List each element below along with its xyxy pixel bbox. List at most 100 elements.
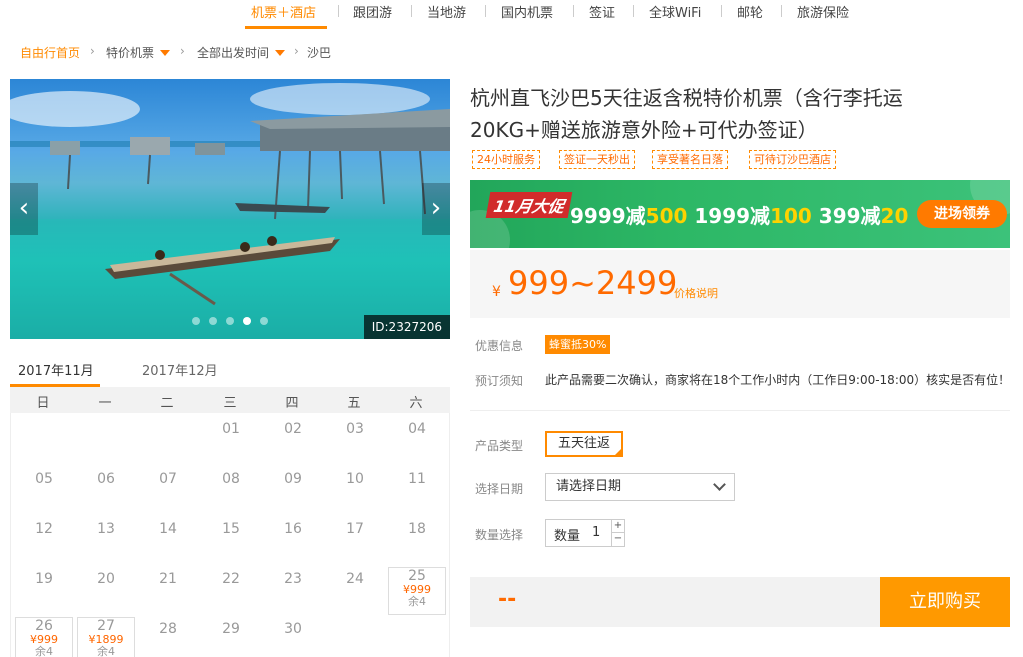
nav-separator xyxy=(485,5,486,17)
total-price: -- xyxy=(498,587,517,612)
calendar-day: 17 xyxy=(346,521,364,537)
carousel-dot[interactable] xyxy=(192,317,200,325)
nav-separator xyxy=(633,5,634,17)
carousel-prev-button[interactable]: ‹ xyxy=(10,183,38,235)
calendar-day-number: 25 xyxy=(408,568,426,584)
buy-now-button[interactable]: 立即购买 xyxy=(880,577,1010,627)
hero-illustration xyxy=(10,83,450,339)
hero-image: ‹ › ID:2327206 xyxy=(10,79,450,339)
nav-separator xyxy=(781,5,782,17)
selected-check-icon xyxy=(613,447,623,457)
calendar-day: 21 xyxy=(159,571,177,587)
notice-label: 预订须知 xyxy=(475,374,524,388)
calendar-day: 18 xyxy=(408,521,426,537)
promo-offer-spend: 1999减 xyxy=(694,204,771,228)
caret-down-icon xyxy=(275,50,285,56)
quantity-label: 数量选择 xyxy=(475,528,524,542)
breadcrumb-category-dropdown[interactable]: 特价机票 xyxy=(106,44,154,61)
weekday-label: 一 xyxy=(98,396,112,411)
price-note-link[interactable]: 价格说明 xyxy=(674,285,718,301)
price-bar: ¥ 999~2499 价格说明 xyxy=(470,250,1010,318)
calendar-day-stock: 余4 xyxy=(408,595,426,608)
carousel-dot[interactable] xyxy=(209,317,217,325)
calendar-day-stock: 余4 xyxy=(35,645,53,657)
chevron-down-icon xyxy=(713,478,726,491)
quantity-inner-label: 数量 xyxy=(554,529,581,544)
decrement-button[interactable]: − xyxy=(612,533,624,546)
claim-coupon-button[interactable]: 进场领券 xyxy=(917,200,1007,228)
calendar-day-available[interactable]: 26 ¥999 余4 xyxy=(15,617,73,657)
feature-tag: 可待订沙巴酒店 xyxy=(749,150,836,169)
promo-offer-off: 100 xyxy=(770,204,812,228)
calendar-day: 01 xyxy=(222,421,240,437)
date-label: 选择日期 xyxy=(475,482,524,496)
calendar-day: 30 xyxy=(284,621,302,637)
nav-item-flight-hotel[interactable]: 机票＋酒店 xyxy=(251,2,316,21)
calendar-day: 19 xyxy=(35,571,53,587)
chevron-right-icon: › xyxy=(180,44,185,58)
product-type-label: 产品类型 xyxy=(475,439,524,453)
chevron-right-icon: › xyxy=(294,44,299,58)
feature-tag: 签证一天秒出 xyxy=(559,150,635,169)
calendar-day: 20 xyxy=(97,571,115,587)
calendar-day: 11 xyxy=(408,471,426,487)
nav-item-wifi[interactable]: 全球WiFi xyxy=(649,2,701,21)
weekday-label: 日 xyxy=(36,396,50,411)
calendar-day: 12 xyxy=(35,521,53,537)
weekday-label: 五 xyxy=(347,396,361,411)
calendar-day: 02 xyxy=(284,421,302,437)
nav-item-domestic-flight[interactable]: 国内机票 xyxy=(501,2,553,21)
calendar-day: 13 xyxy=(97,521,115,537)
promo-banner[interactable]: 11月大促 9999减500 1999减100 399减20 进场领券 xyxy=(470,180,1010,248)
quantity-stepper[interactable]: 数量 1 + − xyxy=(545,519,625,547)
weekday-label: 三 xyxy=(223,396,237,411)
calendar-weekday-header: 日 一 二 三 四 五 六 xyxy=(10,387,450,413)
quantity-value[interactable]: 1 xyxy=(592,525,600,540)
nav-item-visa[interactable]: 签证 xyxy=(589,2,615,21)
carousel-dot[interactable] xyxy=(226,317,234,325)
calendar-day-stock: 余4 xyxy=(97,645,115,657)
breadcrumb-time-dropdown[interactable]: 全部出发时间 xyxy=(197,44,269,61)
calendar-day: 07 xyxy=(159,471,177,487)
calendar-tab-dec[interactable]: 2017年12月 xyxy=(142,360,218,379)
promo-offers: 9999减500 1999减100 399减20 xyxy=(570,200,908,229)
nav-item-group-tour[interactable]: 跟团游 xyxy=(353,2,392,21)
product-type-value: 五天往返 xyxy=(557,436,610,451)
carousel-dot-active[interactable] xyxy=(243,317,251,325)
promo-badge: 11月大促 xyxy=(485,192,573,218)
calendar-day: 15 xyxy=(222,521,240,537)
calendar-day-available[interactable]: 27 ¥1899 余4 xyxy=(77,617,135,657)
calendar-day: 22 xyxy=(222,571,240,587)
calendar-day-number: 27 xyxy=(97,618,115,634)
nav-separator xyxy=(721,5,722,17)
breadcrumb-current: 沙巴 xyxy=(307,46,332,60)
calendar-day: 09 xyxy=(284,471,302,487)
feature-tag: 24小时服务 xyxy=(472,150,540,169)
promo-offer-spend: 9999减 xyxy=(570,204,646,228)
calendar-day: 28 xyxy=(159,621,177,637)
calendar-day: 16 xyxy=(284,521,302,537)
calendar-day: 23 xyxy=(284,571,302,587)
discount-tag: 蜂蜜抵30% xyxy=(545,335,611,354)
calendar-day-available[interactable]: 25 ¥999 余4 xyxy=(388,567,446,615)
nav-item-insurance[interactable]: 旅游保险 xyxy=(797,2,849,21)
carousel-dot[interactable] xyxy=(260,317,268,325)
nav-item-local-tour[interactable]: 当地游 xyxy=(427,2,466,21)
calendar-tab-nov[interactable]: 2017年11月 xyxy=(18,360,94,379)
promo-offer-off: 20 xyxy=(880,204,909,228)
caret-down-icon xyxy=(160,50,170,56)
calendar-day: 06 xyxy=(97,471,115,487)
promo-offer-off: 500 xyxy=(645,204,688,228)
calendar-day: 04 xyxy=(408,421,426,437)
product-type-option[interactable]: 五天往返 xyxy=(545,431,623,457)
stepper-controls: + − xyxy=(611,520,624,546)
increment-button[interactable]: + xyxy=(612,520,624,533)
nav-item-cruise[interactable]: 邮轮 xyxy=(737,2,763,21)
calendar-day: 08 xyxy=(222,471,240,487)
calendar-day: 10 xyxy=(346,471,364,487)
product-title: 杭州直飞沙巴5天往返含税特价机票（含行李托运20KG+赠送旅游意外险+可代办签证… xyxy=(470,86,903,142)
price-range: 999~2499 xyxy=(508,264,678,302)
breadcrumb-home-link[interactable]: 自由行首页 xyxy=(20,44,80,61)
date-select[interactable]: 请选择日期 xyxy=(545,473,735,501)
carousel-next-button[interactable]: › xyxy=(422,183,450,235)
